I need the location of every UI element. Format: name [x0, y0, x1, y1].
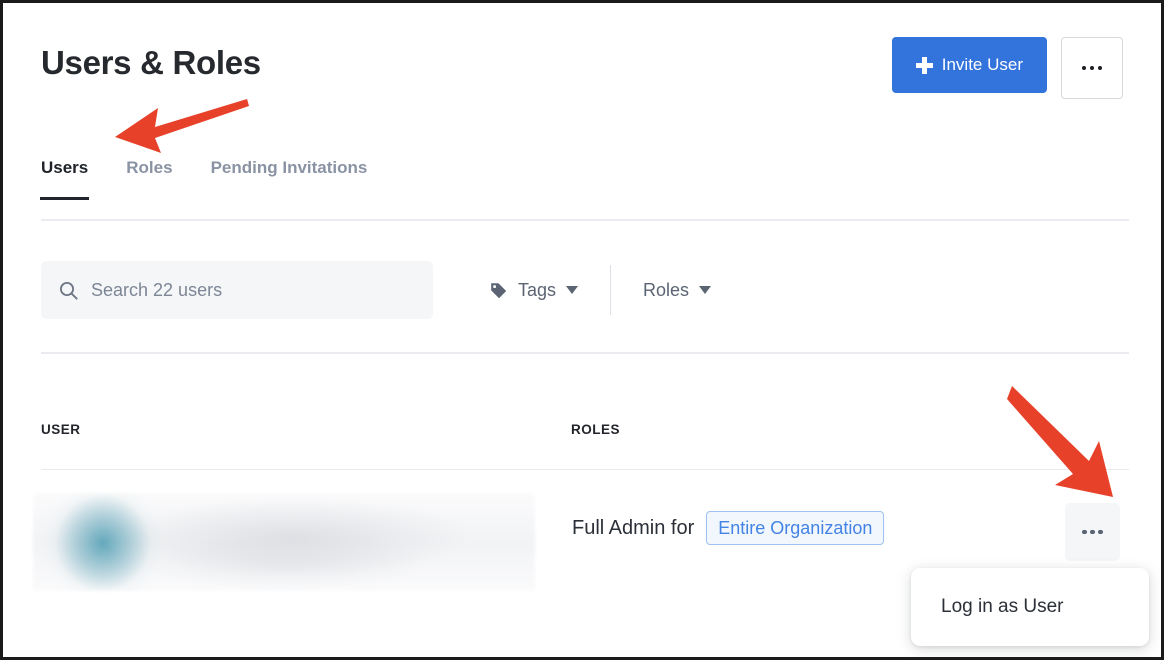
- chevron-down-icon: [566, 286, 579, 294]
- invite-user-label: Invite User: [941, 55, 1023, 74]
- filter-dropdown-group: Tags Roles: [471, 264, 729, 316]
- header-more-options-button[interactable]: [1061, 37, 1123, 99]
- search-input[interactable]: [91, 279, 415, 301]
- column-header-user: USER: [41, 422, 81, 437]
- row-context-menu: Log in as User: [911, 568, 1149, 646]
- filter-separator: [610, 265, 612, 315]
- user-cell-redacted: [33, 493, 535, 591]
- search-icon: [60, 281, 78, 300]
- ellipsis-icon: [1082, 529, 1103, 535]
- users-and-roles-page: Users & Roles Invite User Users Roles Pe…: [0, 0, 1164, 660]
- search-box[interactable]: [41, 261, 433, 319]
- tags-filter-label: Tags: [518, 279, 557, 300]
- tab-roles-label: Roles: [126, 158, 173, 177]
- page-title: Users & Roles: [41, 44, 261, 81]
- role-description: Full Admin for: [572, 516, 695, 539]
- roles-filter-dropdown[interactable]: Roles: [625, 264, 729, 316]
- tab-users[interactable]: Users: [39, 158, 90, 200]
- arrow-pointing-to-users-tab: [115, 99, 249, 153]
- filter-bar: Tags Roles: [41, 261, 729, 319]
- column-header-roles: ROLES: [571, 422, 621, 437]
- filter-bar-divider: [41, 352, 1129, 354]
- table-header-divider: [41, 469, 1129, 470]
- arrow-pointing-to-row-menu: [1007, 386, 1113, 497]
- page-header: Users & Roles Invite User: [41, 37, 1123, 99]
- roles-filter-label: Roles: [643, 279, 690, 300]
- ellipsis-icon: [1081, 65, 1103, 71]
- tab-pending-invitations[interactable]: Pending Invitations: [211, 158, 368, 200]
- tab-bar-divider: [41, 219, 1129, 221]
- tab-pending-invitations-label: Pending Invitations: [210, 158, 368, 177]
- chevron-down-icon: [699, 286, 712, 294]
- tag-icon: [491, 282, 507, 298]
- row-more-options-button[interactable]: [1065, 503, 1120, 561]
- tab-users-label: Users: [41, 158, 89, 177]
- roles-cell: Full Admin for Entire Organization: [572, 511, 885, 545]
- role-scope-pill[interactable]: Entire Organization: [706, 511, 885, 545]
- header-actions: Invite User: [891, 37, 1123, 99]
- tab-bar: Users Roles Pending Invitations: [39, 158, 368, 200]
- invite-user-button[interactable]: Invite User: [891, 37, 1047, 93]
- tags-filter-dropdown[interactable]: Tags: [471, 264, 596, 316]
- menu-item-log-in-as-user[interactable]: Log in as User: [911, 590, 1149, 624]
- tab-roles[interactable]: Roles: [126, 158, 172, 200]
- plus-icon: [915, 56, 933, 74]
